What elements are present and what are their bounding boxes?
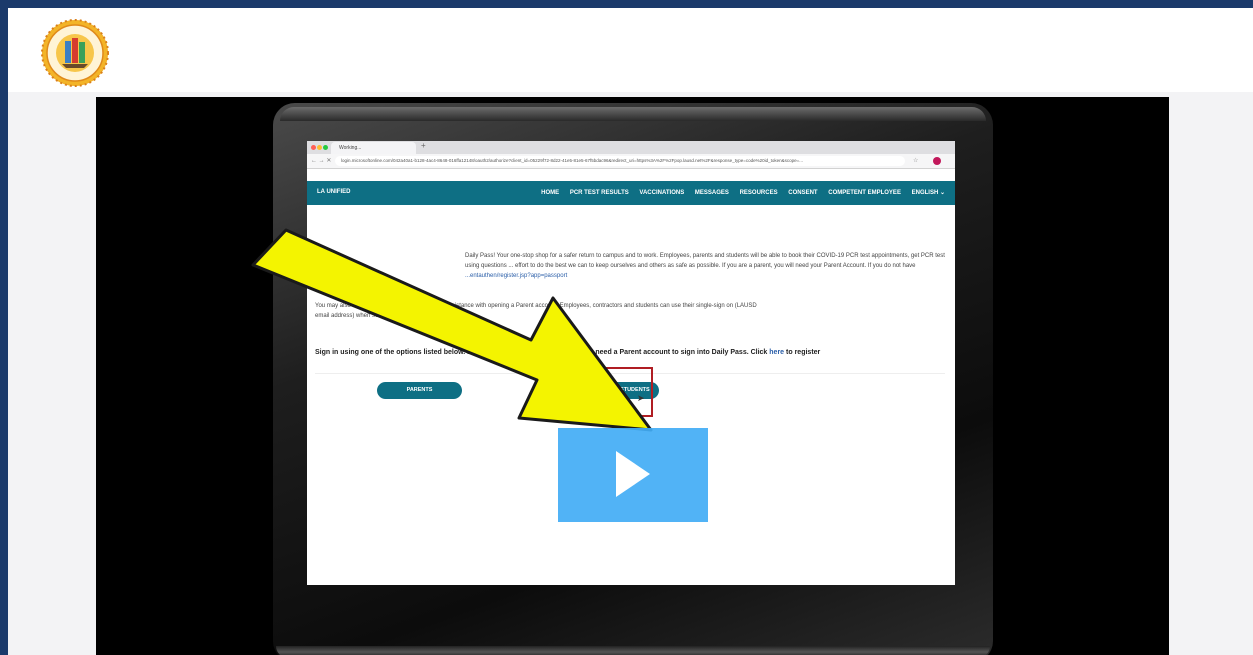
back-forward-icons: ← → ✕ (311, 158, 332, 164)
signin-suffix: to register (786, 349, 821, 356)
lausd-logo[interactable] (34, 18, 116, 88)
browser-tab-bar: Working... + (307, 141, 955, 154)
browser-tab-title: Working... (339, 145, 362, 151)
page-frame: Working... + ← → ✕ login.microsoftonline… (8, 8, 1253, 655)
nav-item-language: ENGLISH ⌄ (911, 190, 945, 196)
minimize-dot-icon (317, 145, 322, 150)
nav-item-vaccinations: VACCINATIONS (639, 190, 685, 196)
close-dot-icon (311, 145, 316, 150)
site-nav-bar: LA UNIFIED HOME PCR TEST RESULTS VACCINA… (307, 181, 955, 205)
monitor-bottom-edge (276, 646, 990, 655)
nav-item-messages: MESSAGES (694, 190, 729, 196)
annotation-arrow-icon (251, 228, 653, 432)
site-nav-items: HOME PCR TEST RESULTS VACCINATIONS MESSA… (532, 189, 945, 196)
nav-item-competent-employee: COMPETENT EMPLOYEE (828, 190, 901, 196)
video-player[interactable]: Working... + ← → ✕ login.microsoftonline… (96, 97, 1169, 655)
browser-tab: Working... (331, 142, 416, 154)
signin-here-link: here (769, 349, 785, 356)
address-url: login.microsoftonline.com/042a40a1-b128-… (335, 156, 905, 166)
nav-item-pcr: PCR TEST RESULTS (569, 190, 629, 196)
new-tab-icon: + (421, 141, 426, 150)
nav-item-consent: CONSENT (788, 190, 818, 196)
site-header (8, 8, 1253, 92)
monitor-bezel-highlight (280, 107, 986, 121)
play-button[interactable] (558, 428, 708, 522)
district-seal-icon (41, 19, 109, 87)
maximize-dot-icon (323, 145, 328, 150)
nav-item-resources: RESOURCES (739, 190, 778, 196)
browser-address-bar: ← → ✕ login.microsoftonline.com/042a40a1… (307, 154, 955, 169)
nav-item-home: HOME (541, 190, 560, 196)
main-content: Working... + ← → ✕ login.microsoftonline… (8, 92, 1253, 655)
star-icon: ☆ (913, 158, 919, 164)
site-brand: LA UNIFIED (317, 189, 351, 195)
play-icon (616, 451, 650, 497)
profile-avatar (933, 157, 941, 165)
